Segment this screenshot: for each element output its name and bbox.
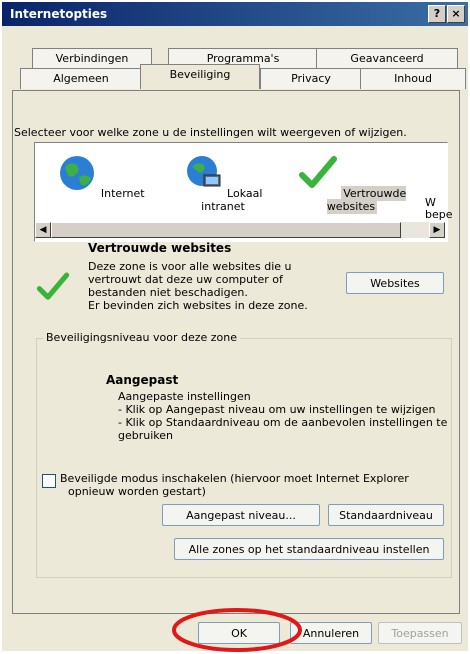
scroll-right-icon[interactable]: ▶	[429, 222, 445, 238]
level-name: Aangepast	[106, 373, 179, 387]
window-title: Internetopties	[10, 7, 108, 21]
websites-button[interactable]: Websites	[346, 272, 444, 294]
globe-icon	[60, 156, 95, 190]
desc-line: vertrouwt dat deze uw computer of	[88, 273, 283, 286]
desc-line: Er bevinden zich websites in deze zone.	[88, 299, 308, 312]
tab-privacy[interactable]: Privacy	[260, 68, 362, 89]
label-line: opnieuw worden gestart)	[68, 485, 206, 498]
desc-line: Deze zone is voor alle websites die u	[88, 260, 292, 273]
help-button[interactable]: ?	[428, 5, 446, 23]
zone-title: Vertrouwde websites	[88, 241, 232, 255]
zone-prompt: Selecteer voor welke zone u de instellin…	[14, 126, 407, 139]
green-check-icon	[298, 156, 337, 188]
zone-label: bepe	[425, 208, 453, 221]
protected-mode-checkbox[interactable]	[42, 474, 56, 488]
default-level-button[interactable]: Standaardniveau	[328, 504, 444, 526]
level-line: gebruiken	[118, 429, 173, 442]
highlight-circle	[172, 608, 302, 652]
apply-button[interactable]: Toepassen	[378, 622, 462, 644]
level-description: Aangepaste instellingen - Klik op Aangep…	[118, 390, 447, 442]
title-bar: Internetopties ? ×	[2, 2, 468, 26]
zone-restricted[interactable]: W bepe	[419, 143, 459, 221]
zone-local-intranet[interactable]: Lokaal intranet	[163, 143, 283, 213]
tab-algemeen[interactable]: Algemeen	[20, 68, 142, 89]
zone-label: Internet	[100, 187, 145, 200]
zone-trusted-sites[interactable]: Vertrouwde websites	[289, 143, 415, 214]
label-line: Beveiligde modus inschakelen (hiervoor m…	[60, 472, 409, 485]
desc-line: bestanden niet beschadigen.	[88, 286, 248, 299]
zone-description: Deze zone is voor alle websites die u ve…	[88, 260, 308, 312]
scroll-thumb[interactable]	[51, 222, 401, 238]
tab-verbindingen[interactable]: Verbindingen	[32, 48, 152, 69]
green-check-icon	[36, 272, 70, 300]
level-line: - Klik op Aangepast niveau om uw instell…	[118, 403, 436, 416]
restricted-icon	[419, 143, 459, 197]
internet-options-dialog: Internetopties ? × Verbindingen Programm…	[2, 2, 468, 652]
group-legend: Beveiligingsniveau voor deze zone	[43, 331, 241, 344]
reset-all-zones-button[interactable]: Alle zones op het standaardniveau instel…	[174, 538, 444, 560]
zone-scrollbar[interactable]: ◀ ▶	[35, 222, 445, 238]
zone-internet[interactable]: Internet	[41, 143, 161, 200]
intranet-globe-icon	[186, 156, 221, 187]
level-line: - Klik op Standaardniveau om de aanbevol…	[118, 416, 448, 429]
custom-level-button[interactable]: Aangepast niveau...	[162, 504, 320, 526]
scroll-left-icon[interactable]: ◀	[35, 222, 51, 238]
tab-inhoud[interactable]: Inhoud	[360, 68, 466, 89]
tab-beveiliging[interactable]: Beveiliging	[140, 64, 260, 89]
close-button[interactable]: ×	[447, 5, 465, 23]
level-line: Aangepaste instellingen	[118, 390, 251, 403]
protected-mode-label: Beveiligde modus inschakelen (hiervoor m…	[60, 472, 409, 498]
tab-geavanceerd[interactable]: Geavanceerd	[316, 48, 458, 69]
zone-label: Vertrouwde websites	[326, 186, 407, 214]
